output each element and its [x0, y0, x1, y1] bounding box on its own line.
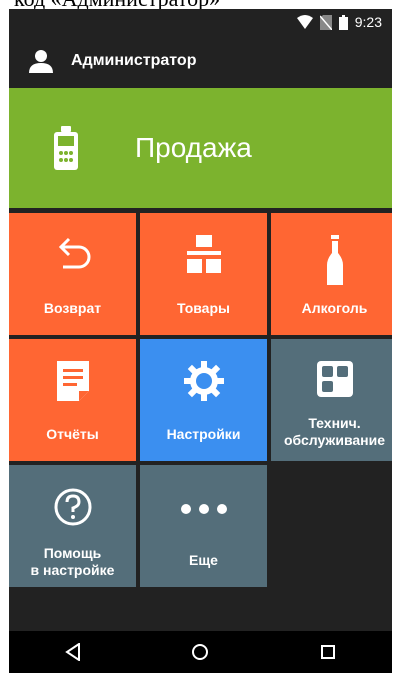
battery-icon [338, 14, 348, 30]
tile-more[interactable]: Еще [140, 465, 267, 587]
status-icons: 9:23 [296, 13, 382, 31]
recents-square-icon [321, 645, 336, 659]
status-bar: 9:23 [9, 9, 392, 35]
recents-button[interactable] [308, 632, 348, 672]
bottle-icon [326, 235, 343, 285]
tile-return[interactable]: Возврат [9, 213, 136, 335]
person-icon [29, 50, 53, 73]
tile-label: Еще [189, 552, 218, 568]
no-sim-icon [319, 14, 332, 30]
sale-button[interactable]: Продажа [9, 88, 392, 208]
user-bar[interactable]: Администратор [9, 35, 392, 87]
tile-reports[interactable]: Отчёты [9, 339, 136, 461]
home-circle-icon [192, 644, 209, 660]
wifi-icon [296, 15, 313, 29]
tile-label: Возврат [43, 300, 102, 316]
gear-icon [183, 361, 224, 401]
tile-label: Помощь в настройке [30, 545, 115, 578]
navigation-bar [9, 631, 392, 673]
back-button[interactable] [53, 632, 93, 672]
dashboard-icon [316, 361, 353, 397]
tile-goods[interactable]: Товары [140, 213, 267, 335]
tile-label: Товары [177, 300, 230, 316]
tile-label: Настройки [166, 426, 241, 442]
tile-label: Алкоголь [301, 300, 368, 316]
sale-label: Продажа [135, 132, 252, 163]
help-circle-icon [54, 488, 91, 526]
tile-setup-help[interactable]: Помощь в настройке [9, 465, 136, 587]
more-dots-icon [180, 504, 227, 514]
tile-alcohol[interactable]: Алкоголь [271, 213, 392, 335]
tile-label: Технич. обслуживание [283, 415, 386, 448]
tile-label: Отчёты [46, 426, 99, 442]
device-screen: 9:23 Администратор Продажа Возврат Товар… [9, 9, 392, 673]
status-time: 9:23 [354, 14, 382, 30]
home-button[interactable] [180, 632, 220, 672]
tile-settings[interactable]: Настройки [140, 339, 267, 461]
boxes-icon [186, 235, 221, 273]
undo-arrow-icon [58, 237, 90, 269]
document-icon [56, 361, 89, 401]
pos-terminal-icon [54, 126, 78, 170]
back-triangle-icon [65, 643, 80, 661]
tile-maintenance[interactable]: Технич. обслуживание [271, 339, 392, 461]
user-name: Администратор [71, 52, 197, 69]
